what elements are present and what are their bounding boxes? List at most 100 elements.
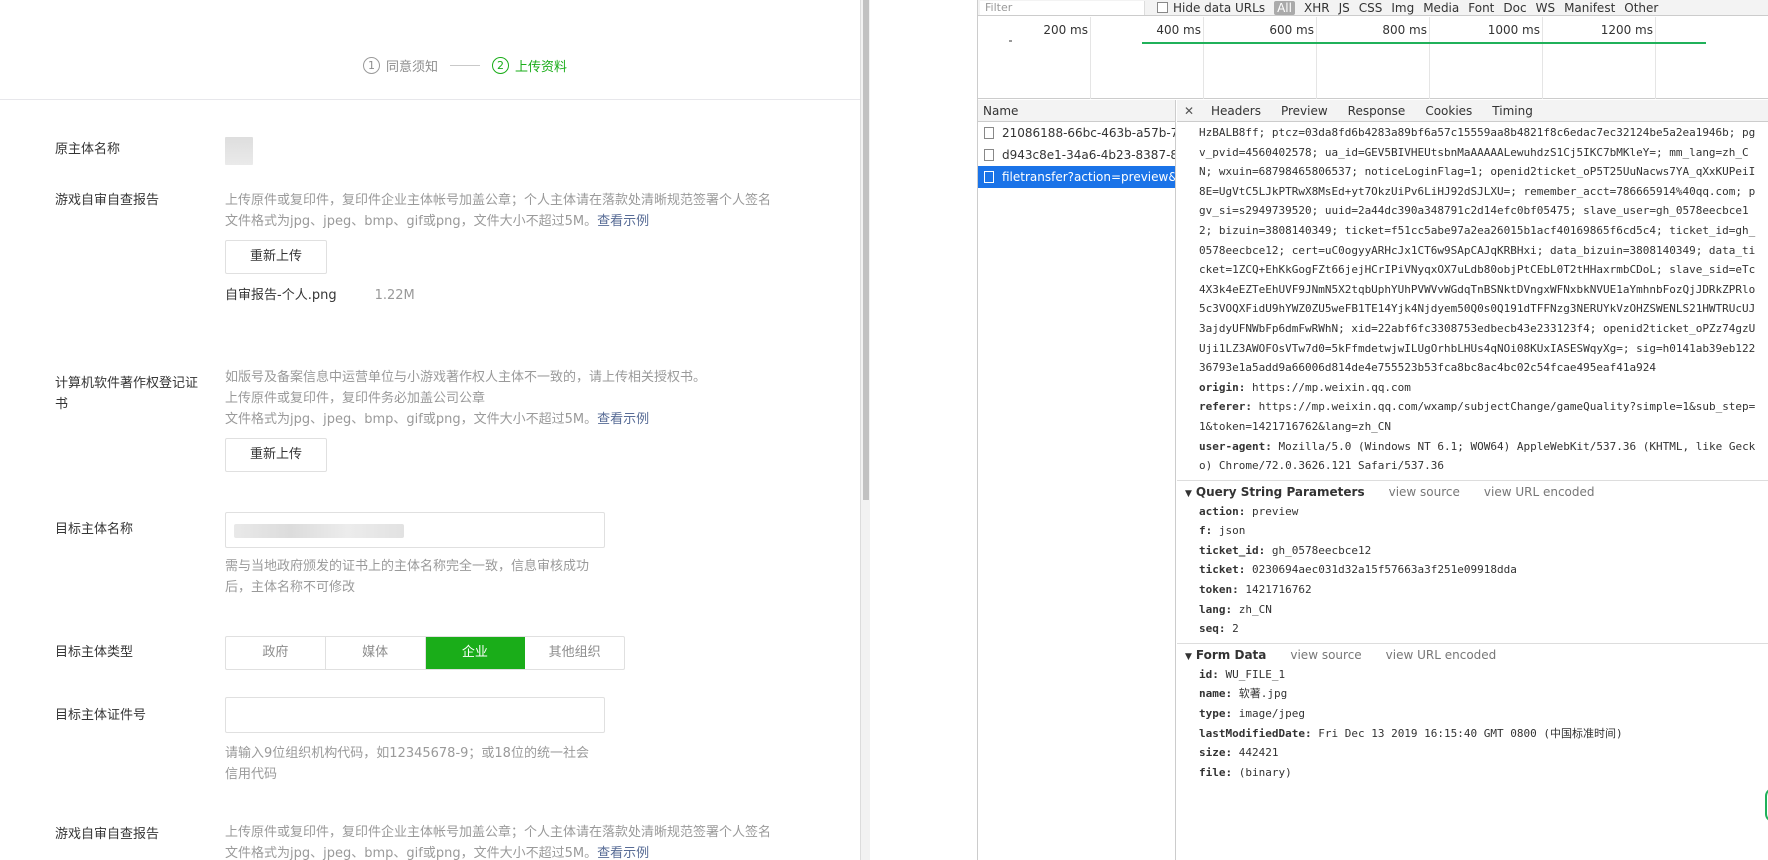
view-example-link[interactable]: 查看示例	[597, 214, 649, 229]
request-row[interactable]: 21086188-66bc-463b-a57b-72...	[978, 122, 1175, 144]
timeline-gridline	[1203, 17, 1204, 99]
view-example-link[interactable]: 查看示例	[597, 846, 649, 860]
view-example-link[interactable]: 查看示例	[597, 412, 649, 427]
name-column-header[interactable]: Name	[978, 100, 1175, 122]
step-upload: 2 上传资料	[492, 56, 567, 75]
param-value: 1421716762	[1245, 583, 1312, 597]
param-value: gh_0578eecbce12	[1271, 543, 1372, 557]
expand-triangle-icon: ▼	[1185, 651, 1192, 662]
type-filter-all[interactable]: All	[1274, 0, 1295, 15]
close-icon[interactable]: ✕	[1177, 104, 1201, 118]
form-data-key: type:	[1199, 707, 1233, 721]
self-report-2-control: 上传原件或复印件，复印件企业主体帐号加盖公章；个人主体请在落款处清晰规范签署个人…	[225, 822, 845, 860]
request-row[interactable]: d943c8e1-34a6-4b23-8387-82...	[978, 144, 1175, 166]
type-filter-ws[interactable]: WS	[1536, 1, 1555, 15]
step-number: 1	[362, 57, 380, 74]
devtools-network-panel: Filter Hide data URLs All XHR JS CSS Img…	[977, 0, 1768, 860]
field-label: 游戏自审自查报告	[55, 193, 160, 208]
request-name: filetransfer?action=preview&f...	[1002, 170, 1175, 184]
type-filter-xhr[interactable]: XHR	[1304, 1, 1330, 15]
param-value: preview	[1251, 504, 1299, 518]
view-source-link[interactable]: view source	[1290, 648, 1361, 662]
timeline-tick: 1000 ms	[1487, 23, 1540, 37]
field-label: 目标主体类型	[55, 645, 134, 660]
hint-text: 请输入9位组织机构代码，如12345678-9；或18位的统一社会信用代码	[225, 746, 589, 782]
header-row: referer: https://mp.weixin.qq.com/wxamp/…	[1177, 397, 1768, 436]
request-name: 21086188-66bc-463b-a57b-72...	[1002, 126, 1175, 140]
type-filter-manifest[interactable]: Manifest	[1564, 1, 1615, 15]
reupload-button[interactable]: 重新上传	[225, 240, 327, 274]
filter-bar: Filter Hide data URLs All XHR JS CSS Img…	[978, 0, 1768, 16]
target-id-input[interactable]	[225, 697, 605, 733]
view-source-link[interactable]: view source	[1389, 485, 1460, 499]
form-pane: 1 同意须知 2 上传资料 原主体名称 游戏自审自查报告 上传原件或复印件，复印…	[0, 0, 860, 860]
type-filter-js[interactable]: JS	[1339, 1, 1350, 15]
type-filter-css[interactable]: CSS	[1359, 1, 1383, 15]
hint-text: 上传原件或复印件，复印件企业主体帐号加盖公章；个人主体请在落款处清晰规范签署个人…	[225, 825, 772, 840]
view-url-encoded-link[interactable]: view URL encoded	[1386, 648, 1497, 662]
header-key: origin:	[1199, 380, 1246, 394]
type-filter-font[interactable]: Font	[1468, 1, 1494, 15]
target-name-control: 需与当地政府颁发的证书上的主体名称完全一致，信息审核成功后，主体名称不可修改	[225, 512, 845, 598]
type-filter-img[interactable]: Img	[1391, 1, 1414, 15]
hint-text: 上传原件或复印件，复印件企业主体帐号加盖公章；个人主体请在落款处清晰规范签署个人…	[225, 193, 772, 208]
param-key: f:	[1199, 524, 1213, 538]
param-row: lang: zh_CN	[1177, 600, 1768, 620]
form-data-value: image/jpeg	[1238, 707, 1305, 721]
tab-preview[interactable]: Preview	[1281, 104, 1328, 118]
hint-text: 文件格式为jpg、jpeg、bmp、gif或png，文件大小不超过5M。查看示例	[225, 409, 845, 430]
network-timeline[interactable]: 200 ms 400 ms 600 ms 800 ms 1000 ms 1200…	[978, 17, 1768, 99]
timeline-tick: 400 ms	[1156, 23, 1201, 37]
tab-response[interactable]: Response	[1348, 104, 1406, 118]
form-data-section-header[interactable]: ▼ Form Data view source view URL encoded	[1177, 642, 1768, 665]
file-size: 1.22M	[374, 288, 415, 303]
hide-data-urls-checkbox[interactable]	[1157, 2, 1168, 13]
header-value: https://mp.weixin.qq.com	[1251, 380, 1411, 394]
type-filter-media[interactable]: Media	[1423, 1, 1459, 15]
param-value: json	[1218, 524, 1246, 538]
type-option-enterprise[interactable]: 企业	[425, 637, 526, 669]
tab-timing[interactable]: Timing	[1492, 104, 1533, 118]
type-option-other[interactable]: 其他组织	[525, 637, 624, 669]
tab-headers[interactable]: Headers	[1211, 104, 1261, 118]
cookie-header-value: HzBALB8ff; ptcz=03da8fd6b4283a89bf6a57c1…	[1199, 126, 1756, 375]
form-data-key: size:	[1199, 746, 1233, 760]
timeline-gridline	[1316, 17, 1317, 99]
type-option-government[interactable]: 政府	[226, 637, 326, 669]
view-url-encoded-link[interactable]: view URL encoded	[1484, 485, 1595, 499]
query-string-section-header[interactable]: ▼ Query String Parameters view source view …	[1177, 479, 1768, 502]
field-label: 目标主体名称	[55, 522, 134, 537]
param-value: zh_CN	[1238, 602, 1272, 616]
field-label: 计算机软件著作权登记证书	[55, 376, 199, 412]
hint-text: 文件格式为jpg、jpeg、bmp、gif或png，文件大小不超过5M。查看示例	[225, 211, 845, 232]
tab-cookies[interactable]: Cookies	[1425, 104, 1472, 118]
form-data-row: id: WU_FILE_1	[1177, 665, 1768, 685]
target-name-input[interactable]	[225, 512, 605, 548]
type-option-media[interactable]: 媒体	[326, 637, 426, 669]
field-label: 游戏自审自查报告	[55, 827, 160, 842]
step-connector	[450, 65, 480, 66]
filter-input[interactable]: Filter	[980, 0, 1145, 15]
header-value: Mozilla/5.0 (Windows NT 6.1; WOW64) Appl…	[1199, 439, 1756, 473]
stepper: 1 同意须知 2 上传资料	[0, 56, 860, 75]
timeline-tick: 600 ms	[1269, 23, 1314, 37]
hint-text: 需与当地政府颁发的证书上的主体名称完全一致，信息审核成功后，主体名称不可修改	[225, 559, 590, 595]
reupload-button[interactable]: 重新上传	[225, 438, 327, 472]
form-data-value: 442421	[1238, 746, 1279, 760]
masked-value	[234, 524, 404, 538]
form-data-key: id:	[1199, 667, 1219, 681]
timeline-gridline	[1542, 17, 1543, 99]
type-filter-other[interactable]: Other	[1624, 1, 1658, 15]
scrollbar-thumb[interactable]	[863, 0, 869, 500]
timeline-request-bar	[1142, 42, 1706, 44]
timeline-marker	[1009, 40, 1012, 42]
timeline-gridline	[1090, 17, 1091, 99]
page-scrollbar[interactable]	[860, 0, 870, 860]
param-key: action:	[1199, 504, 1246, 518]
param-key: ticket_id:	[1199, 543, 1266, 557]
request-row-selected[interactable]: filetransfer?action=preview&f...	[978, 166, 1175, 188]
type-filter-doc[interactable]: Doc	[1503, 1, 1526, 15]
field-label: 目标主体证件号	[55, 708, 147, 723]
document-icon	[984, 171, 994, 183]
form-data-row: lastModifiedDate: Fri Dec 13 2019 16:15:…	[1177, 724, 1768, 744]
